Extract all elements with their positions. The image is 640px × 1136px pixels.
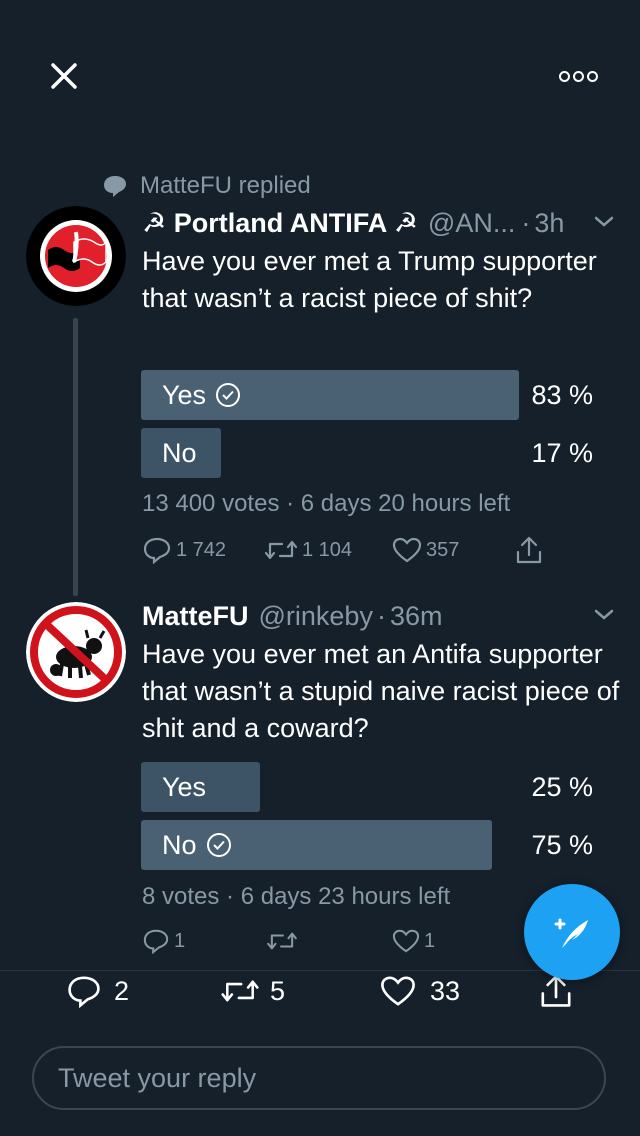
check-circle-icon	[206, 833, 231, 857]
retweet-button[interactable]	[266, 929, 298, 953]
more-icon	[548, 58, 608, 94]
separator: ·	[376, 600, 386, 631]
tweet-text: Have you ever met a Trump supporter that…	[142, 246, 597, 313]
compose-feather-icon	[554, 918, 588, 948]
reply-count: 1 742	[176, 538, 227, 561]
timestamp: 3h	[534, 207, 565, 238]
poll-percent: 83 %	[531, 380, 593, 410]
reply-button[interactable]: 2	[66, 970, 129, 1012]
tweet-header: ☭ Portland ANTIFA ☭ @AN... · 3h	[142, 204, 620, 242]
no-bull-sign-icon	[26, 602, 126, 702]
reply-button[interactable]: 1 742	[142, 536, 226, 564]
reply-button[interactable]: 1	[142, 928, 185, 954]
retweet-icon	[221, 980, 259, 1002]
poll-percent: 17 %	[531, 438, 593, 468]
poll-option-label: No	[162, 428, 197, 478]
retweet-button[interactable]: 1 104	[264, 537, 352, 563]
retweet-count: 5	[270, 975, 286, 1006]
reply-input[interactable]: Tweet your reply	[32, 1046, 606, 1110]
handle[interactable]: @AN...	[428, 208, 515, 239]
poll-label-text: Yes	[162, 772, 207, 802]
poll-option-yes[interactable]: Yes 83 %	[141, 370, 597, 420]
retweet-icon	[264, 540, 298, 560]
display-name[interactable]: MatteFU	[142, 601, 249, 632]
separator: ·	[521, 207, 531, 238]
poll-label-text: Yes	[162, 380, 207, 410]
like-count: 33	[430, 975, 461, 1006]
share-icon	[516, 536, 542, 564]
like-button[interactable]: 33	[380, 970, 460, 1012]
check-circle-icon	[216, 383, 241, 407]
like-count: 1	[424, 929, 436, 952]
display-name[interactable]: ☭ Portland ANTIFA ☭	[142, 208, 418, 239]
antifa-logo-icon	[26, 206, 126, 306]
avatar-portland-antifa[interactable]	[26, 206, 126, 306]
poll-meta: 8 votes · 6 days 23 hours left	[142, 883, 451, 910]
poll-option-no[interactable]: No 17 %	[141, 428, 597, 478]
avatar-mattefu[interactable]	[26, 602, 126, 702]
retweet-count: 1 104	[302, 538, 353, 561]
like-button[interactable]: 1	[392, 928, 435, 954]
poll-option-yes[interactable]: Yes 25 %	[141, 762, 597, 812]
like-button[interactable]: 357	[392, 536, 459, 564]
thread-connector	[73, 318, 78, 596]
poll-option-label: Yes	[162, 370, 241, 420]
like-count: 357	[426, 538, 460, 561]
poll-meta: 13 400 votes · 6 days 20 hours left	[142, 490, 511, 517]
poll-percent: 25 %	[531, 772, 593, 802]
chevron-down-icon[interactable]	[592, 214, 616, 230]
tweet-actions: 1 1	[142, 926, 522, 956]
poll-option-label: Yes	[162, 762, 206, 812]
heart-icon	[392, 537, 422, 563]
reply-count: 2	[114, 975, 130, 1006]
chevron-down-icon[interactable]	[592, 607, 616, 623]
close-button[interactable]	[40, 52, 88, 100]
poll-percent: 75 %	[531, 830, 593, 860]
poll-option-no[interactable]: No 75 %	[141, 820, 597, 870]
tweet-actions: 1 742 1 104 357	[142, 534, 562, 566]
poll-option-label: No	[162, 820, 231, 870]
tweet-header: MatteFU @rinkeby · 36m	[142, 597, 620, 635]
heart-icon	[381, 976, 415, 1006]
compose-tweet-button[interactable]	[524, 884, 620, 980]
reply-icon	[143, 537, 171, 564]
poll-label-text: No	[162, 438, 197, 468]
share-button[interactable]	[514, 535, 544, 565]
handle[interactable]: @rinkeby	[259, 601, 373, 632]
reply-context: MatteFU replied	[102, 172, 311, 200]
speech-bubble-icon	[104, 176, 126, 197]
retweet-icon	[267, 932, 297, 950]
poll-label-text: No	[162, 830, 197, 860]
tweet-text: Have you ever met an Antifa supporter th…	[142, 639, 620, 743]
close-icon	[51, 63, 77, 89]
reply-icon	[68, 976, 100, 1008]
retweet-button[interactable]: 5	[220, 970, 285, 1012]
reply-icon	[143, 929, 169, 954]
timestamp: 36m	[389, 600, 443, 631]
heart-icon	[392, 929, 420, 953]
replied-text: MatteFU replied	[140, 172, 311, 199]
reply-count: 1	[174, 929, 186, 952]
more-options-button[interactable]	[548, 58, 608, 94]
